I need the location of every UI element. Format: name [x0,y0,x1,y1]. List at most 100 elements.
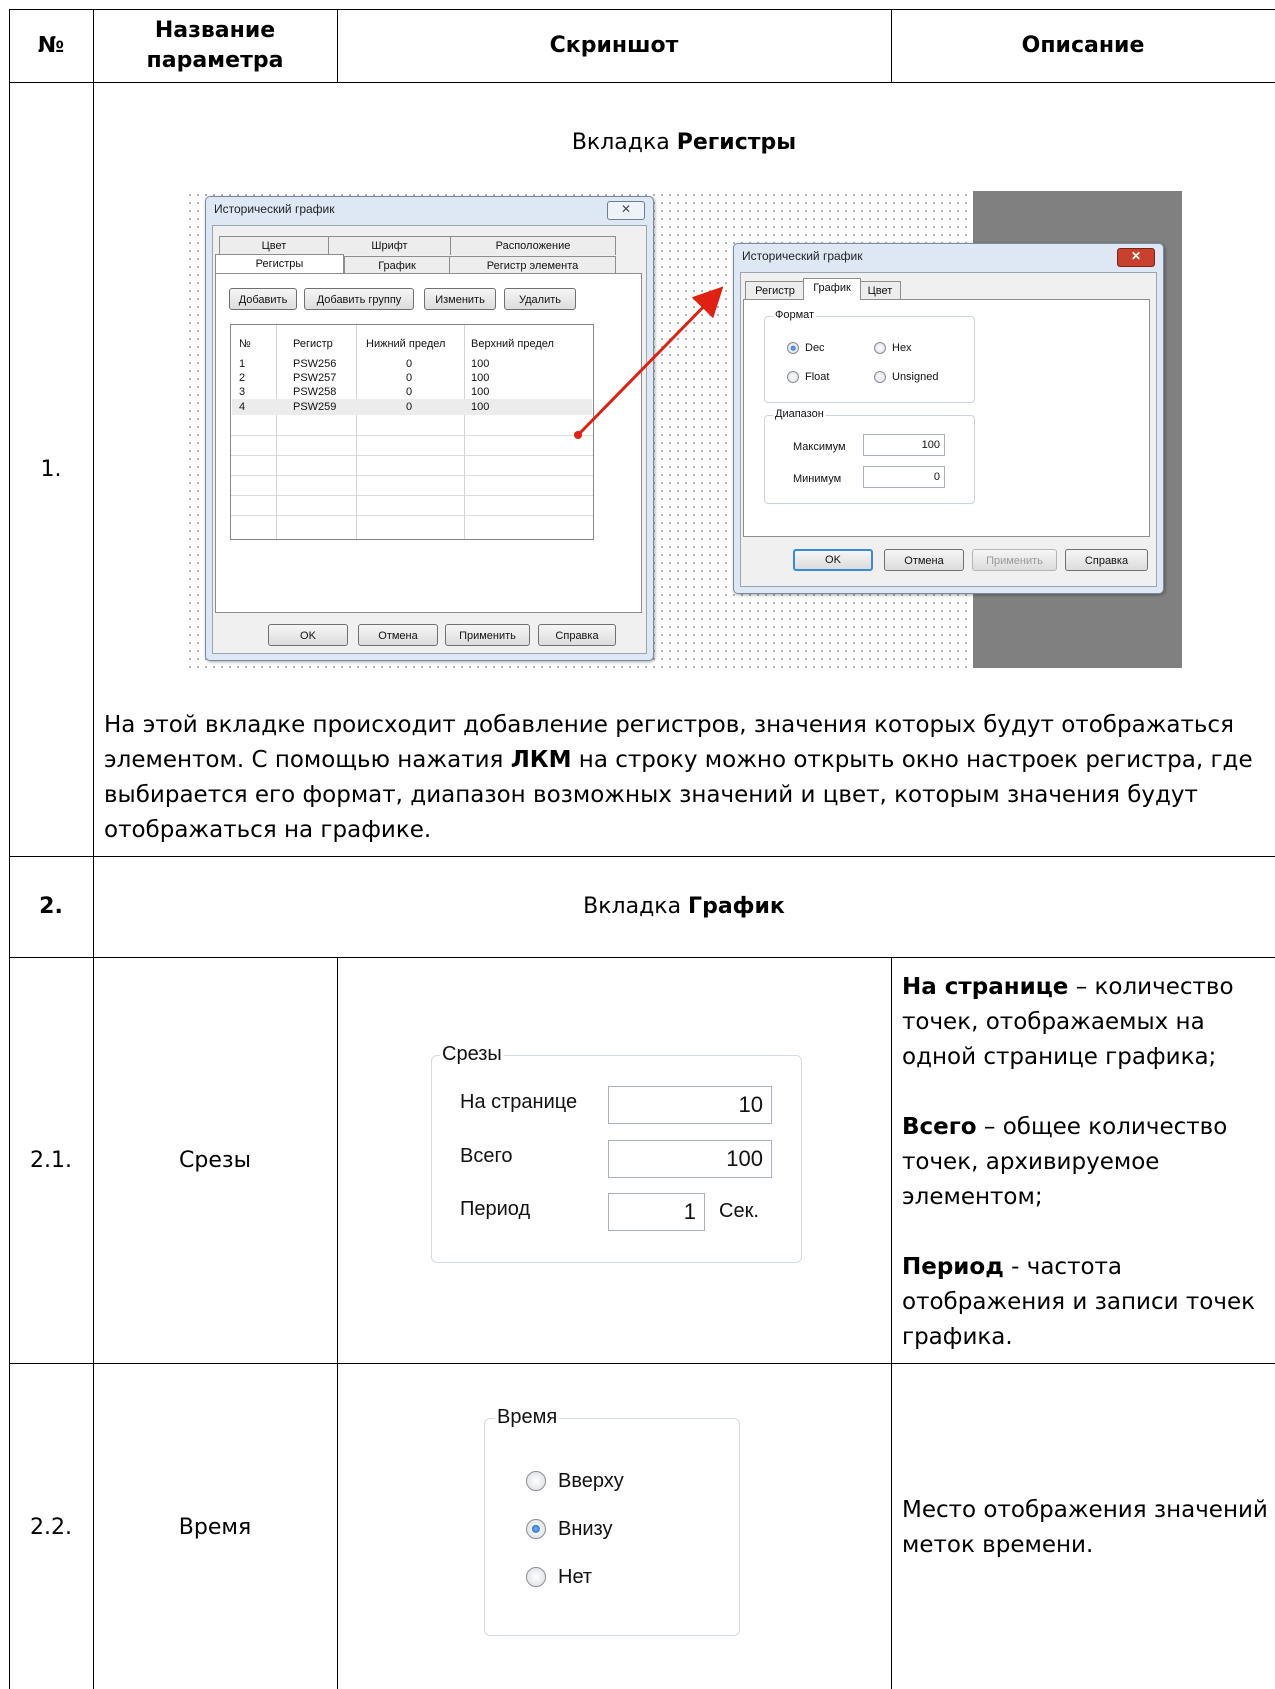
row21-desc-per-page: На странице – количество точек, отобража… [902,970,1272,1110]
min-input[interactable]: 0 [863,466,945,488]
row-register: PSW259 [293,401,337,413]
ok-button[interactable]: OK [793,549,873,571]
grid-row-line [231,455,593,456]
add-group-button[interactable]: Добавить группу [304,288,414,310]
radio-hex-label: Hex [892,342,912,354]
row1-tab-title: Вкладка Регистры [93,128,1275,158]
radio-hex[interactable] [874,342,886,354]
add-button[interactable]: Добавить [229,288,297,310]
grid-header-num: № [239,338,251,350]
row-register: PSW256 [293,358,337,370]
row1-tab-prefix: Вкладка [571,130,677,155]
radio-top[interactable] [526,1471,546,1491]
total-label: Всего [460,1145,513,1167]
document-table: № Название параметра Скриншот Описание 1… [0,0,1275,1689]
dialog2-titlebar[interactable]: Исторический график ✕ [734,244,1163,270]
grid-col-sep [356,325,357,539]
radio-unsigned[interactable] [874,371,886,383]
help-button[interactable]: Справка [1065,549,1148,571]
period-input[interactable]: 1 [608,1193,705,1231]
row21-desc-total: Всего – общее количество точек, архивиру… [902,1110,1272,1250]
grid-header-register: Регистр [293,338,333,350]
grid-row-line [231,475,593,476]
table-border-row1 [9,856,1275,857]
header-param-line1: Название [154,18,276,43]
table-border-left [9,9,10,1689]
tab-location[interactable]: Расположение [450,236,616,255]
radio-bottom[interactable] [526,1519,546,1539]
tab-font[interactable]: Шрифт [328,236,451,255]
dialog1-titlebar[interactable]: Исторический график ✕ [206,197,653,223]
row21-desc2-bold: Всего [902,1114,977,1140]
apply-button[interactable]: Применить [972,549,1057,571]
row2-tab-prefix: Вкладка [583,894,689,919]
table-border-col2 [337,957,338,1689]
row-lower: 0 [406,401,413,413]
header-description: Описание [1021,33,1145,58]
per-page-label: На странице [460,1091,578,1113]
cancel-button[interactable]: Отмена [358,624,438,646]
row-lower: 0 [406,372,413,384]
period-label: Период [460,1198,531,1220]
time-group: Время Вверху Внизу Нет [484,1406,740,1636]
cancel-button[interactable]: Отмена [884,549,964,571]
table-border-top [9,9,1275,10]
help-button[interactable]: Справка [538,624,616,646]
radio-none[interactable] [526,1567,546,1587]
total-input[interactable]: 100 [608,1140,772,1178]
grid-col-sep [464,325,465,539]
registers-grid: № Регистр Нижний предел Верхний предел 1… [230,324,594,540]
row1-num: 1. [40,457,62,482]
row22-description: Место отображения значений меток времени… [902,1497,1268,1558]
row-num: 1 [239,358,246,370]
row-num: 4 [239,401,246,413]
red-arrow [574,286,724,439]
radio-dec[interactable] [787,342,799,354]
dialog2-title: Исторический график [742,249,863,263]
header-param-line2: параметра [146,48,284,73]
row2-tab-name: График [688,894,785,919]
apply-button[interactable]: Применить [445,624,530,646]
range-group: Диапазон Максимум 100 Минимум 0 [764,408,975,504]
row21-name: Срезы [179,1148,251,1173]
edit-button[interactable]: Изменить [424,288,496,310]
header-param-name: Название параметра [93,16,337,76]
tab-graph-selected[interactable]: График [803,278,861,300]
table-border-row21 [9,1363,1275,1364]
tab-register[interactable]: Регистр [745,281,805,300]
radio-float[interactable] [787,371,799,383]
dialog1-close-button[interactable]: ✕ [607,201,645,220]
format-group-label: Формат [773,309,817,321]
header-num: № [37,33,65,58]
tab-registers[interactable]: Регистры [215,254,344,273]
row21-description: На странице – количество точек, отобража… [902,970,1272,1355]
row-upper: 100 [471,358,490,370]
radio-top-label: Вверху [558,1470,624,1492]
ok-button[interactable]: OK [268,624,348,646]
grid-row-line [231,495,593,496]
table-row-selected[interactable]: 4 PSW259 0 100 [232,399,592,415]
period-unit: Сек. [719,1200,759,1222]
slices-group: Срезы На странице 10 Всего 100 Период 1 … [431,1043,802,1263]
radio-bottom-label: Внизу [558,1518,613,1540]
row21-desc-period: Период - частота отображения и записи то… [902,1250,1272,1355]
dialog1-title: Исторический график [214,202,335,216]
tab-color[interactable]: Цвет [859,281,901,300]
row-lower: 0 [406,358,413,370]
radio-unsigned-label: Unsigned [892,371,939,383]
row-lower: 0 [406,386,413,398]
per-page-input[interactable]: 10 [608,1086,772,1124]
tab-color[interactable]: Цвет [219,236,329,255]
row-upper: 100 [471,372,490,384]
row-upper: 100 [471,386,490,398]
grid-header-lower: Нижний предел [366,338,446,350]
dialog2-close-button[interactable]: ✕ [1117,248,1155,267]
grid-header-upper: Верхний предел [471,338,554,350]
row21-num: 2.1. [30,1148,72,1173]
row1-description: На этой вкладке происходит добавление ре… [104,708,1270,848]
row-upper: 100 [471,401,490,413]
max-label: Максимум [793,441,846,453]
time-group-label: Время [495,1406,560,1429]
row1-tab-name: Регистры [676,130,797,155]
max-input[interactable]: 100 [863,434,945,456]
